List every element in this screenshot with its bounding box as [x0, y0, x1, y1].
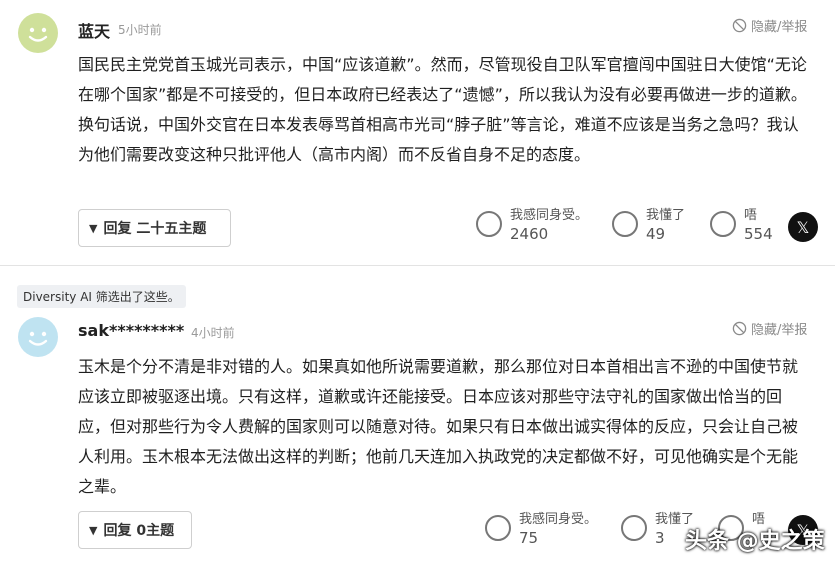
reaction-understood-button[interactable]: 我懂了 49: [612, 208, 685, 244]
comment-timestamp: 5小时前: [118, 23, 162, 37]
smiley-avatar-icon: [28, 331, 48, 346]
user-avatar[interactable]: [18, 13, 58, 53]
reaction-label: 我感同身受。: [519, 512, 598, 527]
reaction-hmm-button[interactable]: 唔 554: [710, 208, 773, 244]
reply-label: 回复 0主题: [103, 523, 175, 539]
reaction-empathy-button[interactable]: 我感同身受。 2460: [476, 208, 588, 244]
comment-username[interactable]: sak*********: [78, 321, 184, 340]
caret-down-icon: ▼: [89, 221, 98, 235]
user-avatar[interactable]: [18, 317, 58, 357]
hide-report-link[interactable]: 隐藏/举报: [732, 16, 807, 35]
ai-filter-tag: Diversity AI 筛选出了这些。: [17, 285, 186, 308]
reply-button[interactable]: ▼ 回复 二十五主题: [78, 209, 231, 247]
hide-report-link[interactable]: 隐藏/举报: [732, 319, 807, 338]
comment-divider: [0, 265, 835, 266]
hide-report-label: 隐藏/举报: [751, 20, 808, 35]
reply-button[interactable]: ▼ 回复 0主题: [78, 511, 192, 549]
smile-icon: [476, 211, 502, 237]
reaction-understood-button[interactable]: 我懂了 3: [621, 512, 694, 548]
surprised-icon: [612, 211, 638, 237]
comment-body: 玉木是个分不清是非对错的人。如果真如他所说需要道歉，那么那位对日本首相出言不逊的…: [78, 357, 799, 496]
reaction-count: 49: [646, 225, 666, 243]
reaction-count: 554: [744, 225, 773, 243]
reaction-count: 2460: [510, 225, 549, 243]
watermark: 头条 @史之策: [685, 529, 825, 554]
caret-down-icon: ▼: [89, 523, 98, 537]
share-x-button[interactable]: 𝕏: [788, 212, 818, 242]
block-icon: [732, 18, 747, 33]
reaction-count: 75: [519, 529, 539, 547]
smiley-avatar-icon: [28, 27, 48, 42]
thinking-icon: [710, 211, 736, 237]
x-logo-icon: 𝕏: [796, 217, 810, 237]
reaction-label: 我感同身受。: [510, 208, 589, 223]
surprised-icon: [621, 515, 647, 541]
block-icon: [732, 321, 747, 336]
reaction-label: 唔: [744, 208, 758, 223]
hide-report-label: 隐藏/举报: [751, 323, 808, 338]
comment-timestamp: 4小时前: [191, 326, 235, 340]
comment-username[interactable]: 蓝天: [78, 18, 110, 42]
reply-label: 回复 二十五主题: [103, 221, 207, 237]
reaction-empathy-button[interactable]: 我感同身受。 75: [485, 512, 597, 548]
reaction-label: 我懂了: [646, 208, 686, 223]
smile-icon: [485, 515, 511, 541]
comment-body: 国民民主党党首玉城光司表示，中国“应该道歉”。然而，尽管现役自卫队军官擅闯中国驻…: [78, 55, 807, 164]
